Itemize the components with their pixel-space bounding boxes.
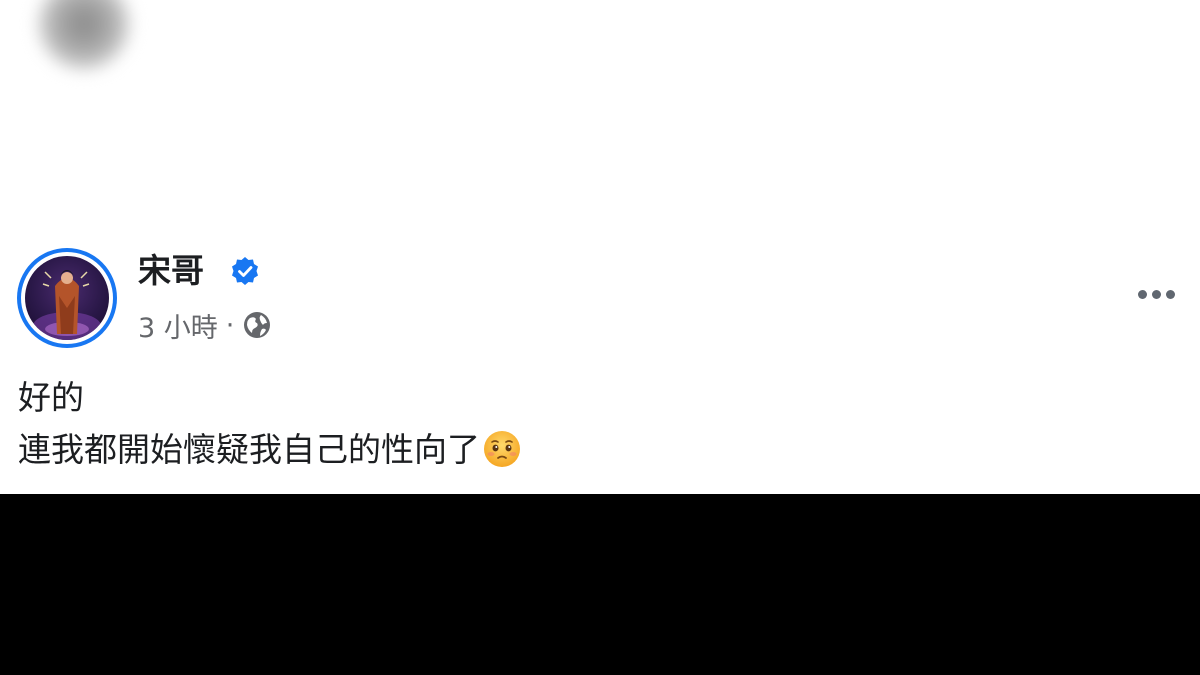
more-options-icon — [1151, 289, 1161, 299]
avatar-portrait-icon — [33, 270, 101, 340]
avatar-photo — [25, 256, 109, 340]
post-line-2: 連我都開始懷疑我自己的性向了 — [18, 424, 1168, 476]
avatar-gap — [21, 252, 113, 344]
screenshot-stage: 宋哥 3 小時 · 好的 連我都開始懷疑我自己的性向了 — [0, 0, 1200, 675]
post-line-2-text: 連我都開始懷疑我自己的性向了 — [18, 430, 480, 469]
author-avatar[interactable] — [17, 248, 117, 348]
pleading-face-emoji — [484, 431, 520, 467]
post-body: 好的 連我都開始懷疑我自己的性向了 — [18, 372, 1168, 476]
post-timestamp[interactable]: 3 小時 — [138, 306, 218, 345]
post-meta: 3 小時 · — [138, 306, 272, 344]
facebook-post-card: 宋哥 3 小時 · 好的 連我都開始懷疑我自己的性向了 — [0, 0, 1200, 494]
post-line-1: 好的 — [18, 378, 84, 417]
meta-separator: · — [225, 309, 235, 341]
blurred-avatar-previous-post — [38, 0, 130, 70]
more-options-icon — [1137, 289, 1147, 299]
author-name[interactable]: 宋哥 — [138, 250, 204, 292]
verified-badge-icon — [232, 257, 258, 285]
more-options-button[interactable] — [1128, 276, 1184, 312]
globe-icon[interactable] — [242, 310, 272, 340]
more-options-icon — [1165, 289, 1175, 299]
